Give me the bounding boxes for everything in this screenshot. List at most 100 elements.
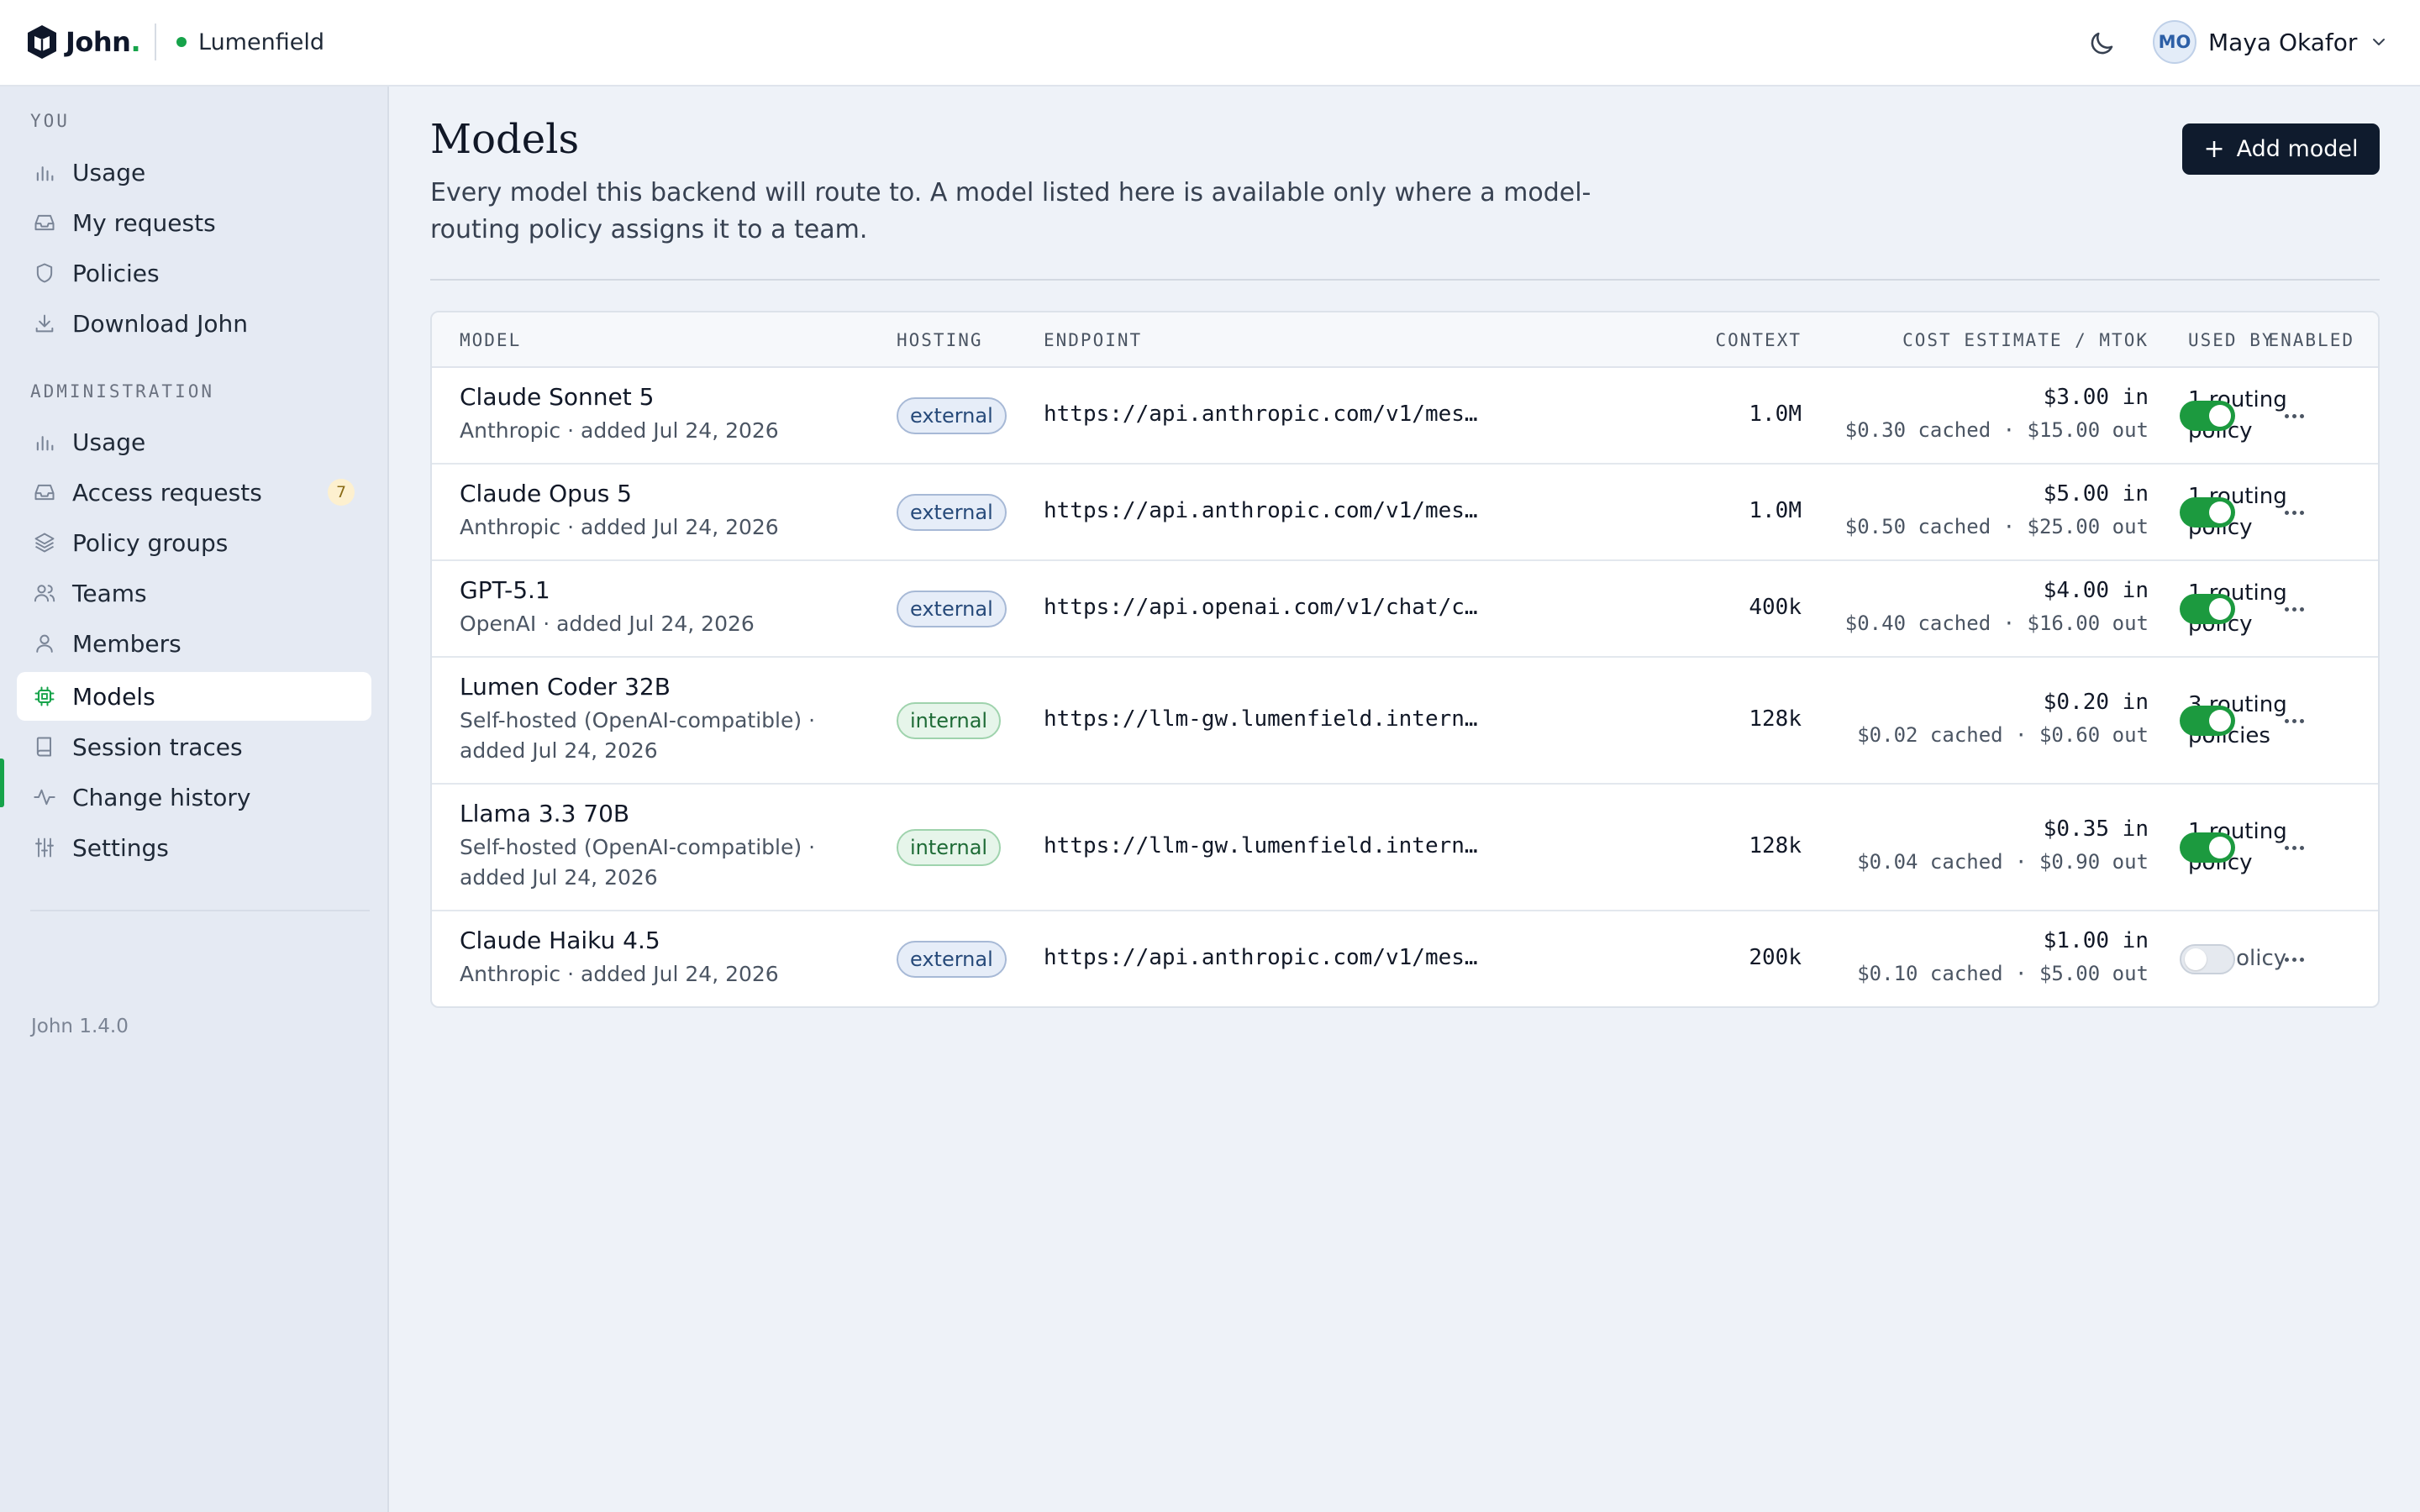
more-actions-icon[interactable] [2277,500,2311,525]
enabled-toggle[interactable] [2180,497,2235,528]
sidebar-item-my-usage[interactable]: Usage [17,148,371,197]
enabled-toggle[interactable] [2180,944,2235,974]
models-table: MODEL HOSTING ENDPOINT CONTEXT COST ESTI… [430,311,2380,1008]
org-status-dot [176,37,187,47]
moon-icon[interactable] [2086,29,2117,59]
header-divider [155,24,156,60]
book-icon [32,734,57,759]
sidebar-item-models[interactable]: Models [17,672,371,721]
cost-input: $3.00 in [2043,385,2149,410]
more-actions-icon[interactable] [2277,835,2311,860]
plus-icon: + [2203,134,2225,164]
enabled-toggle[interactable] [2180,706,2235,736]
endpoint-url: https://api.openai.com/v1/chat/completio… [1044,595,1481,620]
enabled-toggle[interactable] [2180,594,2235,624]
cost-cached-output: $0.40 cached · $16.00 out [1844,612,2149,635]
active-indicator [0,759,4,807]
col-hosting[interactable]: HOSTING [897,312,983,368]
bar-chart-icon [32,429,57,454]
activity-icon [32,785,57,810]
sidebar-item-settings[interactable]: Settings [17,823,371,872]
table-header: MODEL HOSTING ENDPOINT CONTEXT COST ESTI… [432,312,2378,368]
model-meta: OpenAI · added Jul 24, 2026 [460,612,755,636]
table-row[interactable]: Llama 3.3 70B Self-hosted (OpenAI-compat… [432,785,2378,911]
endpoint-url: https://llm-gw.lumenfield.internal/v1 [1044,833,1481,858]
model-meta: Self-hosted (OpenAI-compatible) · added … [460,835,816,890]
model-meta: Anthropic · added Jul 24, 2026 [460,418,779,443]
sidebar-item-label: Usage [72,158,146,186]
cost-cached-output: $0.30 cached · $15.00 out [1844,418,2149,442]
col-endpoint[interactable]: ENDPOINT [1044,312,1142,368]
cost-input: $4.00 in [2043,578,2149,603]
model-name: Llama 3.3 70B [460,800,630,827]
col-context[interactable]: CONTEXT [1684,312,1802,368]
brand-logo[interactable]: John. [25,24,141,60]
cost-input: $0.20 in [2043,690,2149,715]
sidebar-item-download[interactable]: Download John [17,299,371,348]
col-model[interactable]: MODEL [460,312,521,368]
more-actions-icon[interactable] [2277,596,2311,622]
table-row[interactable]: Claude Opus 5 Anthropic · added Jul 24, … [432,465,2378,561]
table-row[interactable]: Lumen Coder 32B Self-hosted (OpenAI-comp… [432,658,2378,785]
sidebar-item-change-history[interactable]: Change history [17,773,371,822]
model-name: Claude Haiku 4.5 [460,927,660,954]
bar-chart-icon [32,160,57,185]
sidebar-item-label: Members [72,629,182,658]
cost-cached-output: $0.50 cached · $25.00 out [1844,515,2149,538]
sidebar-item-policy-groups[interactable]: Policy groups [17,518,371,567]
hosting-badge: external [897,941,1007,978]
users-icon [32,580,57,606]
more-actions-icon[interactable] [2277,403,2311,428]
app-version: John 1.4.0 [31,1016,129,1037]
add-model-button[interactable]: + Add model [2182,123,2380,175]
sidebar-item-label: Settings [72,833,169,862]
enabled-toggle[interactable] [2180,401,2235,431]
sidebar-item-label: Download John [72,309,248,338]
cost-input: $1.00 in [2043,928,2149,953]
context-size: 1.0M [1749,402,1802,427]
header-divider-line [430,279,2380,281]
sidebar-item-label: Policies [72,259,160,287]
sidebar-item-policies[interactable]: Policies [17,249,371,297]
sidebar-item-label: Teams [72,579,147,607]
cost-input: $5.00 in [2043,481,2149,507]
sidebar-item-members[interactable]: Members [17,619,371,668]
more-actions-icon[interactable] [2277,947,2311,972]
enabled-toggle[interactable] [2180,832,2235,863]
layers-icon [32,530,57,555]
hosting-badge: external [897,494,1007,531]
table-row[interactable]: GPT-5.1 OpenAI · added Jul 24, 2026 exte… [432,561,2378,658]
page-description: Every model this backend will route to. … [430,178,1591,244]
chip-icon [32,684,57,709]
sidebar-item-my-requests[interactable]: My requests [17,198,371,247]
user-menu[interactable]: MO Maya Okafor [2153,20,2389,64]
inbox-icon [32,210,57,235]
model-meta: Anthropic · added Jul 24, 2026 [460,515,779,539]
add-model-label: Add model [2236,136,2359,162]
col-enabled[interactable]: ENABLED [2175,312,2354,368]
col-cost[interactable]: COST ESTIMATE / MTOK [1860,312,2149,368]
endpoint-url: https://api.anthropic.com/v1/messages [1044,402,1481,427]
shield-icon [32,260,57,286]
section-label-administration: ADMINISTRATION [30,381,215,402]
table-row[interactable]: Claude Haiku 4.5 Anthropic · added Jul 2… [432,911,2378,1006]
more-actions-icon[interactable] [2277,708,2311,733]
sidebar-item-label: Usage [72,428,146,456]
sidebar-item-session-traces[interactable]: Session traces [17,722,371,771]
table-row[interactable]: Claude Sonnet 5 Anthropic · added Jul 24… [432,368,2378,465]
context-size: 200k [1749,945,1802,970]
sidebar-item-access-requests[interactable]: Access requests 7 [17,468,371,517]
sidebar-item-admin-usage[interactable]: Usage [17,417,371,466]
org-switcher[interactable]: Lumenfield [176,27,324,57]
model-meta: Self-hosted (OpenAI-compatible) · added … [460,708,816,763]
sidebar-item-label: Models [72,682,155,711]
cost-input: $0.35 in [2043,816,2149,842]
top-bar: John. Lumenfield MO Maya Okafor [0,0,2420,87]
sidebar-item-teams[interactable]: Teams [17,569,371,617]
sidebar: YOU Usage My requests Policies Download … [0,87,389,1512]
endpoint-url: https://llm-gw.lumenfield.internal/v1 [1044,706,1481,732]
sliders-icon [32,835,57,860]
brand-name: John. [66,26,141,58]
sidebar-item-label: My requests [72,208,216,237]
model-name: Lumen Coder 32B [460,673,671,701]
